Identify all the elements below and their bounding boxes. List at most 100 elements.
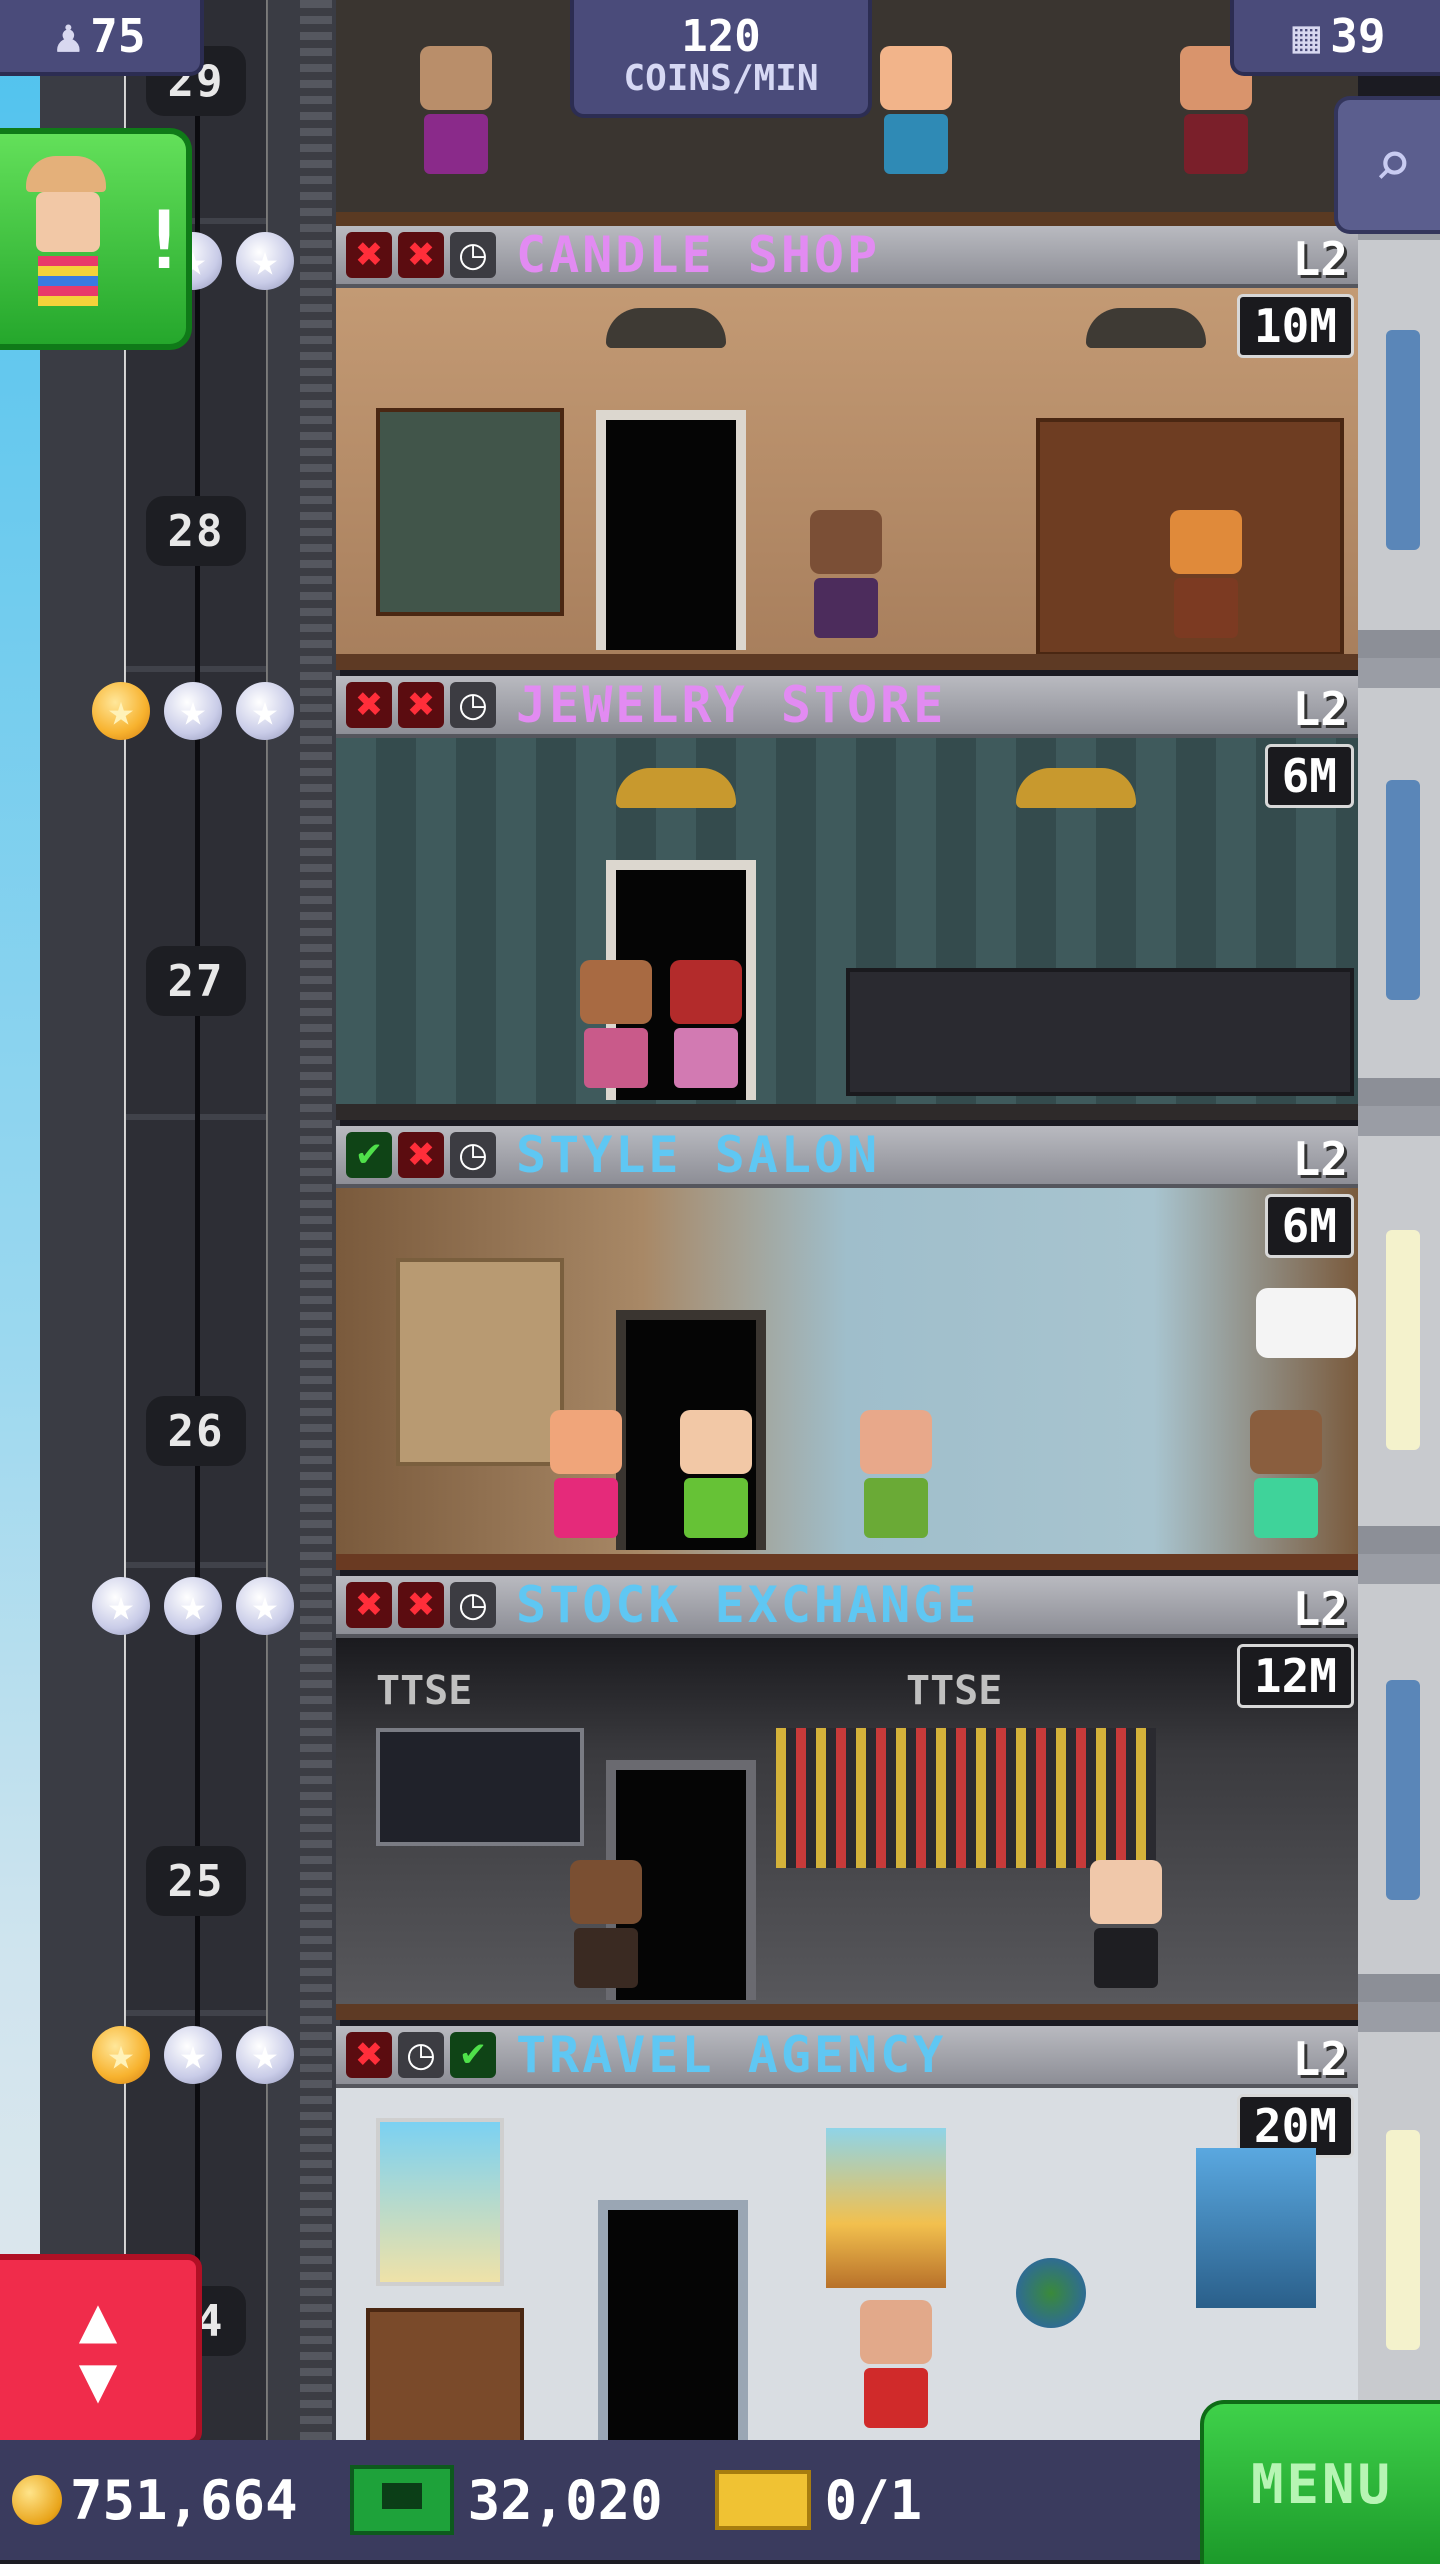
tickets-display[interactable]: 0/1 <box>675 2469 922 2532</box>
resident[interactable] <box>1086 1860 1166 2000</box>
building-window <box>1386 2130 1420 2350</box>
star-icon: ★ <box>236 1577 294 1635</box>
building-icon: ▦ <box>1292 9 1321 63</box>
scissors-speech-bubble <box>1256 1288 1356 1358</box>
display-shelf <box>376 408 564 616</box>
brochure-rack <box>366 2308 524 2440</box>
floor-name: STYLE SALON <box>516 1126 881 1184</box>
check-icon: ✔ <box>450 2032 496 2078</box>
resident[interactable] <box>856 2300 936 2440</box>
floor-level: L2 <box>1292 682 1348 736</box>
ticket-icon <box>714 2470 811 2530</box>
tower-bux-icon <box>349 2465 454 2535</box>
floor-travel-agency[interactable]: ✖ ◷ ✔ TRAVEL AGENCY L2 20M <box>336 2026 1358 2440</box>
floor-name: TRAVEL AGENCY <box>516 2026 947 2084</box>
star-icon: ★ <box>236 682 294 740</box>
search-button[interactable]: ⌕ <box>1334 96 1440 234</box>
coins-value: 751,664 <box>70 2468 298 2532</box>
star-icon: ★ <box>236 232 294 290</box>
stock-ticker-board <box>776 1728 1156 1868</box>
salon-shelf <box>396 1258 564 1466</box>
floor-level: L2 <box>1292 1582 1348 1636</box>
floor-header: ✔ ✖ ◷ STYLE SALON L2 <box>336 1126 1358 1188</box>
resident[interactable] <box>856 1410 936 1550</box>
star-icon: ★ <box>92 682 150 740</box>
resident[interactable] <box>806 510 886 650</box>
visitor-alert-button[interactable]: ! <box>0 128 192 350</box>
star-icon: ★ <box>164 1577 222 1635</box>
floor-level: L2 <box>1292 232 1348 286</box>
floor-name: STOCK EXCHANGE <box>516 1576 980 1634</box>
floor-style-salon[interactable]: ✔ ✖ ◷ STYLE SALON L2 6M <box>336 1126 1358 1570</box>
floor-candle-shop[interactable]: ✖ ✖ ◷ CANDLE SHOP L2 10M <box>336 226 1358 670</box>
shaft-floor-number: 25 <box>146 1846 246 1916</box>
coins-rate-display: 120 COINS/MIN <box>570 0 872 118</box>
floor-header: ✖ ✖ ◷ STOCK EXCHANGE L2 <box>336 1576 1358 1638</box>
resident[interactable] <box>1166 510 1246 650</box>
room-interior[interactable]: 6M <box>336 1188 1358 1570</box>
door <box>596 410 746 650</box>
floor-level: L2 <box>1292 2032 1348 2086</box>
resident[interactable] <box>546 1410 626 1550</box>
floor-stars: ★ ★ ★ <box>92 1577 294 1635</box>
shaft-edge <box>300 0 332 2440</box>
door <box>598 2200 748 2440</box>
ttse-sign: TTSE <box>906 1668 1003 1714</box>
x-icon: ✖ <box>346 682 392 728</box>
person-icon: ♟ <box>54 9 83 63</box>
bux-value: 32,020 <box>467 2468 663 2532</box>
floor-header: ✖ ✖ ◷ JEWELRY STORE L2 <box>336 676 1358 738</box>
population-value: 75 <box>90 9 146 63</box>
floor-name: JEWELRY STORE <box>516 676 947 734</box>
resident[interactable] <box>676 1410 756 1550</box>
stock-time-tag: 6M <box>1264 1194 1354 1258</box>
floor-name: CANDLE SHOP <box>516 226 881 284</box>
ceiling-lamp <box>1086 308 1206 348</box>
building-window <box>1386 1680 1420 1900</box>
stock-chart-screen <box>376 1728 584 1846</box>
x-icon: ✖ <box>346 232 392 278</box>
x-icon: ✖ <box>398 232 444 278</box>
check-icon: ✔ <box>346 1132 392 1178</box>
floor-stars: ★ ★ ★ <box>92 682 294 740</box>
coins-rate-unit: COINS/MIN <box>623 58 819 99</box>
coins-rate-value: 120 <box>681 11 761 62</box>
floor-level: L2 <box>1292 1132 1348 1186</box>
resident[interactable] <box>666 960 746 1100</box>
shaft-floor-number: 27 <box>146 946 246 1016</box>
island-poster <box>826 2128 946 2288</box>
floor-stars: ★ ★ ★ <box>92 2026 294 2084</box>
floors-value: 39 <box>1330 9 1386 63</box>
bux-display[interactable]: 32,020 <box>310 2465 663 2535</box>
floor-jewelry-store[interactable]: ✖ ✖ ◷ JEWELRY STORE L2 6M <box>336 676 1358 1120</box>
clock-icon: ◷ <box>450 682 496 728</box>
chandelier <box>616 768 736 808</box>
stock-time-tag: 12M <box>1236 1644 1354 1708</box>
resident[interactable] <box>416 46 496 186</box>
star-icon: ★ <box>92 1577 150 1635</box>
floor-header: ✖ ◷ ✔ TRAVEL AGENCY L2 <box>336 2026 1358 2088</box>
building-window <box>1386 1230 1420 1450</box>
resident[interactable] <box>576 960 656 1100</box>
menu-button[interactable]: MENU <box>1200 2400 1440 2564</box>
room-interior[interactable]: 6M <box>336 738 1358 1120</box>
clock-icon: ◷ <box>398 2032 444 2078</box>
chandelier <box>1016 768 1136 808</box>
floors-counter[interactable]: ▦ 39 <box>1230 0 1440 76</box>
population-counter[interactable]: ♟ 75 <box>0 0 204 76</box>
room-interior[interactable]: 10M <box>336 288 1358 670</box>
resident[interactable] <box>1246 1410 1326 1550</box>
floor-stock-exchange[interactable]: ✖ ✖ ◷ STOCK EXCHANGE L2 12M TTSE TTSE <box>336 1576 1358 2020</box>
coins-display[interactable]: 751,664 <box>12 2469 298 2532</box>
x-icon: ✖ <box>398 1582 444 1628</box>
room-interior[interactable]: 12M TTSE TTSE <box>336 1638 1358 2020</box>
star-icon: ★ <box>164 682 222 740</box>
star-icon: ★ <box>92 2026 150 2084</box>
resident[interactable] <box>566 1860 646 2000</box>
bridge-poster <box>1196 2148 1316 2308</box>
room-interior[interactable]: 20M <box>336 2088 1358 2440</box>
globe <box>1016 2258 1086 2328</box>
sky-background <box>0 0 40 2440</box>
elevator-button[interactable]: ▲ ▼ <box>0 2254 202 2446</box>
resident[interactable] <box>876 46 956 186</box>
